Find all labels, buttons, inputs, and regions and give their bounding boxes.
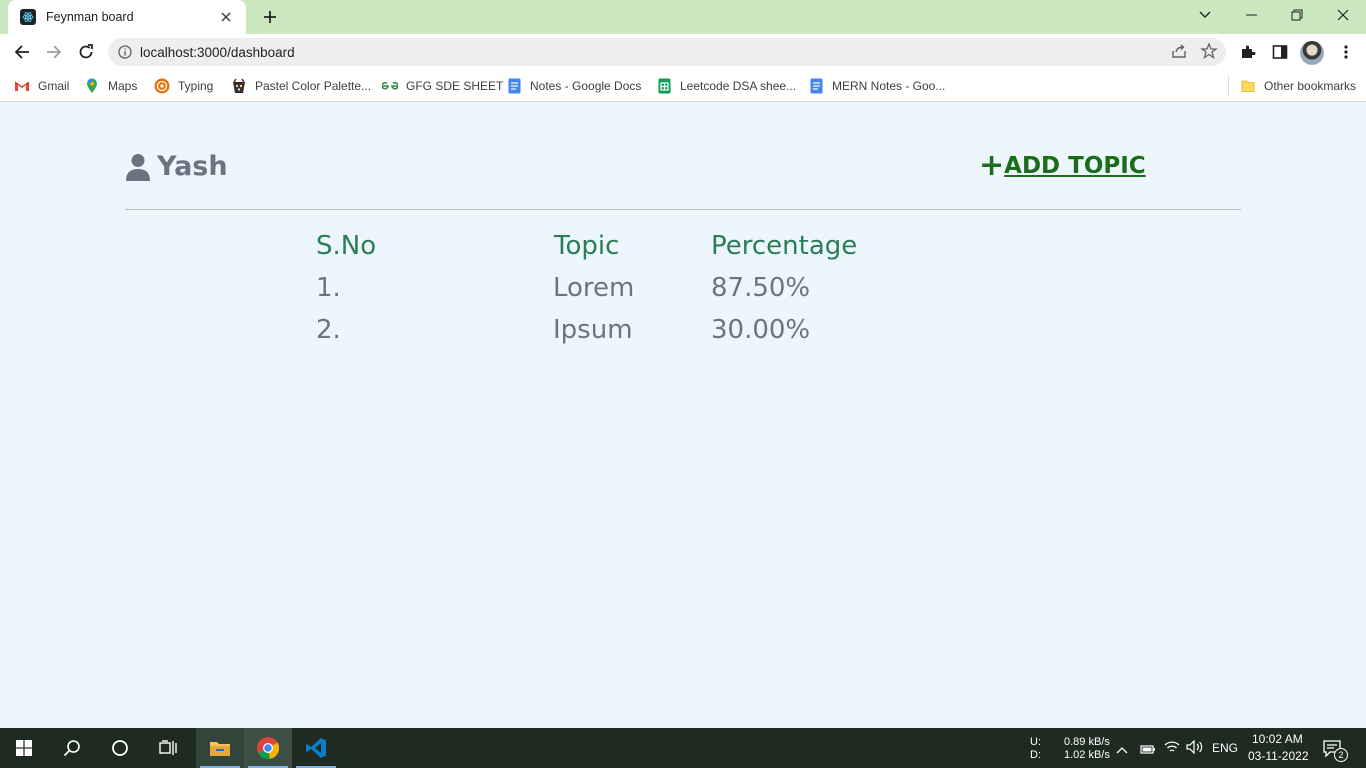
close-window-icon[interactable]	[1320, 0, 1366, 30]
react-icon	[20, 9, 36, 25]
row2-percentage: 30.00%	[711, 315, 811, 345]
bookmark-gmail[interactable]: Gmail	[14, 76, 69, 96]
user-profile: Yash	[125, 151, 228, 182]
tab-search-icon[interactable]	[1182, 0, 1228, 30]
row2-topic[interactable]: Ipsum	[553, 315, 633, 345]
clock-date[interactable]: 03-11-2022	[1248, 749, 1309, 763]
search-icon[interactable]	[48, 728, 96, 768]
forward-icon[interactable]	[40, 38, 68, 66]
reload-icon[interactable]	[72, 38, 100, 66]
header-topic: Topic	[554, 231, 620, 261]
tab-title: Feynman board	[46, 10, 134, 24]
bookmarks-divider	[1228, 76, 1229, 96]
bookmark-typing[interactable]: Typing	[154, 76, 213, 96]
tab-strip: Feynman board	[0, 0, 1366, 34]
docs-icon	[506, 78, 522, 94]
volume-icon[interactable]	[1186, 739, 1204, 758]
bookmark-leetcode-sheet[interactable]: Leetcode DSA shee...	[656, 76, 796, 96]
windows-taskbar: U: D: 0.89 kB/s 1.02 kB/s ENG 10:02 AM 0…	[0, 728, 1366, 768]
back-icon[interactable]	[8, 38, 36, 66]
bookmark-notes-docs[interactable]: Notes - Google Docs	[506, 76, 641, 96]
chrome-icon[interactable]	[244, 728, 292, 768]
row1-topic[interactable]: Lorem	[553, 273, 634, 303]
url-text[interactable]: localhost:3000/dashboard	[140, 45, 295, 60]
row2-sno: 2.	[316, 315, 341, 345]
net-down-label: D:	[1030, 749, 1041, 761]
dashboard-page: Yash + ADD TOPIC S.No Topic Percentage 1…	[0, 103, 1366, 728]
bookmark-mern-notes[interactable]: MERN Notes - Goo...	[808, 76, 945, 96]
menu-icon[interactable]	[1332, 38, 1360, 66]
typing-icon	[154, 78, 170, 94]
user-name: Yash	[157, 151, 228, 182]
wifi-icon[interactable]	[1164, 739, 1180, 758]
star-icon[interactable]	[1200, 42, 1218, 60]
task-view-icon[interactable]	[144, 728, 192, 768]
plus-icon: +	[979, 148, 1005, 183]
restore-icon[interactable]	[1274, 0, 1320, 30]
bookmarks-bar: Gmail Maps Typing Pastel Color Palette..…	[0, 70, 1366, 102]
maps-icon	[84, 78, 100, 94]
minimize-icon[interactable]	[1228, 0, 1274, 30]
new-tab-icon[interactable]	[258, 5, 282, 29]
row1-percentage: 87.50%	[711, 273, 811, 303]
vscode-icon[interactable]	[292, 728, 340, 768]
net-down-speed: 1.02 kB/s	[1064, 749, 1110, 761]
header-percentage: Percentage	[711, 231, 858, 261]
user-icon	[126, 153, 150, 181]
language-indicator[interactable]: ENG	[1212, 741, 1238, 755]
gfg-icon	[382, 78, 398, 94]
net-up-speed: 0.89 kB/s	[1064, 736, 1110, 748]
profile-avatar[interactable]	[1300, 41, 1324, 65]
battery-icon[interactable]	[1140, 740, 1156, 759]
other-bookmarks[interactable]: Other bookmarks	[1240, 76, 1356, 96]
bookmark-gfg[interactable]: GFG SDE SHEET	[382, 76, 503, 96]
sheets-icon	[656, 78, 672, 94]
net-up-label: U:	[1030, 736, 1041, 748]
notification-badge: 2	[1334, 748, 1348, 762]
bookmark-maps[interactable]: Maps	[84, 76, 137, 96]
palette-icon	[231, 78, 247, 94]
docs-icon	[808, 78, 824, 94]
chevron-up-icon[interactable]	[1116, 740, 1128, 759]
browser-toolbar: localhost:3000/dashboard	[0, 34, 1366, 70]
extensions-icon[interactable]	[1234, 38, 1262, 66]
bookmark-pastel-palette[interactable]: Pastel Color Palette...	[231, 76, 371, 96]
start-icon[interactable]	[0, 728, 48, 768]
side-panel-icon[interactable]	[1266, 38, 1294, 66]
share-icon[interactable]	[1170, 42, 1188, 60]
header-divider	[125, 209, 1241, 210]
browser-tab[interactable]: Feynman board	[8, 0, 246, 34]
row1-sno: 1.	[316, 273, 341, 303]
clock-time[interactable]: 10:02 AM	[1252, 732, 1303, 746]
header-sno: S.No	[316, 231, 377, 261]
folder-icon	[1240, 78, 1256, 94]
add-topic-button[interactable]: + ADD TOPIC	[979, 151, 1146, 181]
info-icon[interactable]	[118, 45, 132, 59]
file-explorer-icon[interactable]	[196, 728, 244, 768]
close-tab-icon[interactable]	[216, 7, 236, 27]
cortana-icon[interactable]	[96, 728, 144, 768]
address-bar[interactable]: localhost:3000/dashboard	[108, 38, 1226, 66]
gmail-icon	[14, 78, 30, 94]
add-topic-label: ADD TOPIC	[1004, 153, 1146, 179]
